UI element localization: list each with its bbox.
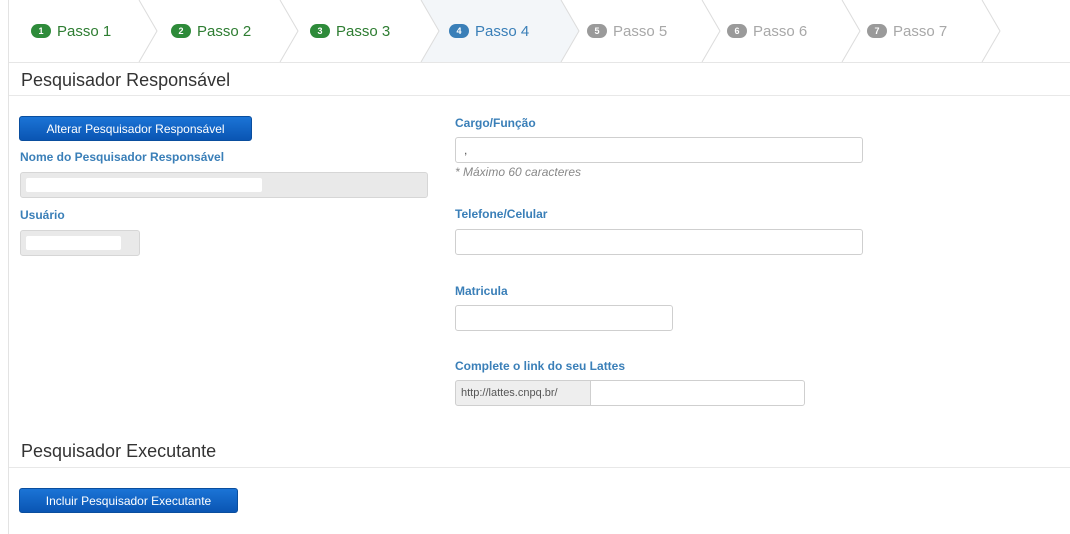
step-number-badge: 5	[587, 24, 607, 38]
redacted-value	[26, 236, 121, 250]
wizard-steps: 1 Passo 1 2 Passo 2 3 Passo 3 4 Passo 4 …	[9, 0, 1070, 63]
lattes-prefix: http://lattes.cnpq.br/	[455, 380, 591, 406]
step-number-badge: 2	[171, 24, 191, 38]
responsible-name-field	[20, 172, 428, 198]
step-3[interactable]: 3 Passo 3	[310, 16, 390, 46]
cargo-hint: * Máximo 60 caracteres	[455, 165, 582, 179]
step-separator	[138, 0, 158, 62]
step-number-badge: 7	[867, 24, 887, 38]
step-label: Passo 6	[753, 22, 808, 40]
step-1[interactable]: 1 Passo 1	[31, 16, 111, 46]
change-responsible-button[interactable]: Alterar Pesquisador Responsável	[19, 116, 252, 141]
step-separator	[981, 0, 1001, 62]
step-number-badge: 6	[727, 24, 747, 38]
step-label: Passo 2	[197, 22, 252, 40]
phone-input[interactable]	[455, 229, 863, 255]
section-divider	[9, 467, 1070, 468]
step-4[interactable]: 4 Passo 4	[449, 16, 529, 46]
step-number-badge: 3	[310, 24, 330, 38]
matricula-label: Matricula	[455, 284, 508, 298]
step-separator	[279, 0, 299, 62]
lattes-label: Complete o link do seu Lattes	[455, 359, 626, 373]
phone-label: Telefone/Celular	[455, 207, 548, 221]
step-6[interactable]: 6 Passo 6	[727, 16, 807, 46]
add-executor-button[interactable]: Incluir Pesquisador Executante	[19, 488, 238, 513]
matricula-input[interactable]	[455, 305, 673, 331]
step-label: Passo 4	[475, 22, 530, 40]
step-label: Passo 5	[613, 22, 668, 40]
step-number-badge: 4	[449, 24, 469, 38]
step-7[interactable]: 7 Passo 7	[867, 16, 947, 46]
step-number-badge: 1	[31, 24, 51, 38]
step-2[interactable]: 2 Passo 2	[171, 16, 251, 46]
user-label: Usuário	[20, 208, 65, 222]
user-field	[20, 230, 140, 256]
page-left-border	[8, 0, 9, 534]
step-separator	[701, 0, 721, 62]
redacted-value	[26, 178, 262, 192]
section-divider	[9, 95, 1070, 96]
section-title-responsavel: Pesquisador Responsável	[21, 70, 231, 90]
lattes-input[interactable]	[590, 380, 805, 406]
cargo-input[interactable]: ,	[455, 137, 863, 163]
step-5[interactable]: 5 Passo 5	[587, 16, 667, 46]
step-label: Passo 1	[57, 22, 112, 40]
step-label: Passo 3	[336, 22, 391, 40]
step-separator	[841, 0, 861, 62]
name-label: Nome do Pesquisador Responsável	[20, 150, 225, 164]
section-title-executante: Pesquisador Executante	[21, 441, 217, 461]
cargo-label: Cargo/Função	[455, 116, 536, 130]
step-label: Passo 7	[893, 22, 948, 40]
